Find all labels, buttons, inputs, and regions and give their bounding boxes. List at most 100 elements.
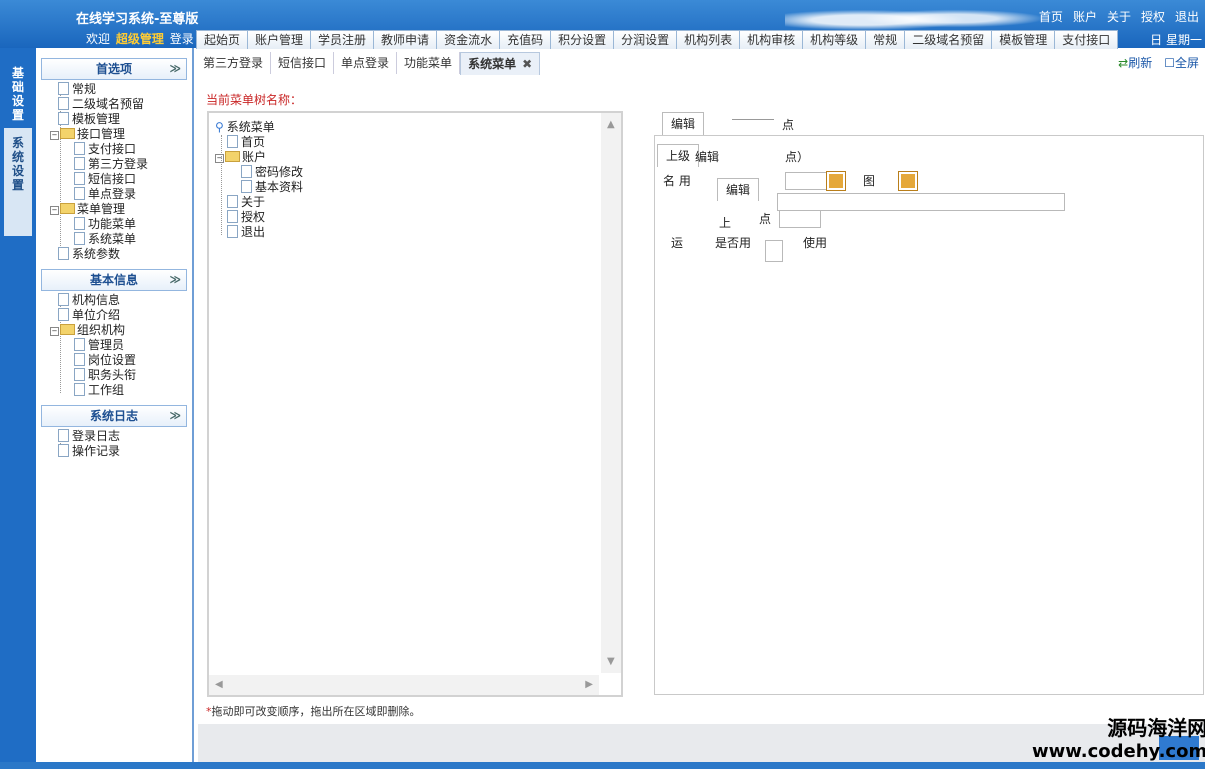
topnav-tab-accounts[interactable]: 账户管理 xyxy=(247,30,312,49)
tree-node-profile[interactable]: 基本资料 xyxy=(241,180,303,195)
topnav-tab-subdomain[interactable]: 二级域名预留 xyxy=(904,30,993,49)
vtab-basic-settings[interactable]: 基础设置 xyxy=(4,60,32,130)
tree-root-system-menu[interactable]: ⚲ 系统菜单 xyxy=(215,120,275,135)
nav-item-sso[interactable]: 单点登录 xyxy=(74,187,136,202)
tab-system-menu[interactable]: 系统菜单 ✖ xyxy=(460,52,541,75)
collapse-icon[interactable]: − xyxy=(50,131,59,140)
tab-function-menu[interactable]: 功能菜单 xyxy=(397,52,461,74)
menu-tree-panel[interactable]: ⚲ 系统菜单 首页 − 账户 密码修改 基本资料 关于 授权 退出 ▲ ▼ ◀ ▶ xyxy=(207,111,623,697)
refresh-button[interactable]: ⇄刷新 xyxy=(1118,54,1152,71)
tree-node-label: 基本资料 xyxy=(255,180,304,194)
nav-item-login-log[interactable]: 登录日志 xyxy=(58,429,120,444)
nav-item-sms[interactable]: 短信接口 xyxy=(74,172,136,187)
document-icon xyxy=(227,210,238,223)
nav-item-template[interactable]: 模板管理 xyxy=(58,112,120,127)
topnav-tab-cashflow[interactable]: 资金流水 xyxy=(436,30,501,49)
topnav-tab-profit-share[interactable]: 分润设置 xyxy=(613,30,678,49)
top-link-license[interactable]: 授权 xyxy=(1141,8,1165,25)
fullscreen-icon: ☐ xyxy=(1164,56,1175,70)
topnav-tab-student-register[interactable]: 学员注册 xyxy=(310,30,375,49)
tree-node-license[interactable]: 授权 xyxy=(227,210,265,225)
tree-node-password[interactable]: 密码修改 xyxy=(241,165,303,180)
nav-item-function-menu[interactable]: 功能菜单 xyxy=(74,217,136,232)
nav-item-org-info[interactable]: 机构信息 xyxy=(58,293,120,308)
tree-node-label: 关于 xyxy=(241,195,266,209)
nav-item-label: 单点登录 xyxy=(88,187,137,201)
nav-section-preferences[interactable]: 首选项 ≫ xyxy=(41,58,187,80)
nav-item-payment[interactable]: 支付接口 xyxy=(74,142,136,157)
parent-select[interactable] xyxy=(779,210,821,228)
nav-item-label: 职务头衔 xyxy=(88,368,137,382)
scroll-right-icon[interactable]: ▶ xyxy=(585,679,593,690)
topnav-tab-org-review[interactable]: 机构审核 xyxy=(739,30,804,49)
topnav-tab-start[interactable]: 起始页 xyxy=(196,30,249,49)
topnav-tab-recharge-code[interactable]: 充值码 xyxy=(499,30,552,49)
collapse-icon[interactable]: − xyxy=(50,206,59,215)
document-icon xyxy=(74,172,85,185)
vertical-scrollbar[interactable]: ▲ ▼ xyxy=(601,113,621,673)
nav-item-titles[interactable]: 职务头衔 xyxy=(74,368,136,383)
vtab-system-settings[interactable]: 系统设置 xyxy=(4,128,32,236)
tab-edit[interactable]: 编辑 xyxy=(662,112,705,135)
collapse-icon[interactable]: − xyxy=(215,154,224,163)
nav-section-preferences-label: 首选项 xyxy=(95,62,132,76)
sub-tab-edit[interactable]: 编辑 xyxy=(717,178,760,201)
top-link-about[interactable]: 关于 xyxy=(1107,8,1131,25)
tree-folder-account[interactable]: − 账户 xyxy=(215,150,266,165)
top-link-logout[interactable]: 退出 xyxy=(1175,8,1199,25)
topnav-tab-general[interactable]: 常规 xyxy=(865,30,906,49)
login-label[interactable]: 登录 xyxy=(170,32,194,46)
fullscreen-button[interactable]: ☐全屏 xyxy=(1164,54,1199,71)
icon-select-button[interactable] xyxy=(898,171,918,191)
footer-strip xyxy=(0,762,1205,769)
link-input[interactable] xyxy=(777,193,1065,211)
nav-folder-menus[interactable]: − 菜单管理 xyxy=(50,202,125,217)
tree-node-logout[interactable]: 退出 xyxy=(227,225,265,240)
nav-item-label: 第三方登录 xyxy=(88,157,149,171)
scroll-left-icon[interactable]: ◀ xyxy=(215,679,223,690)
topnav-tab-org-list[interactable]: 机构列表 xyxy=(676,30,741,49)
topnav-tab-points[interactable]: 积分设置 xyxy=(550,30,615,49)
tab-point-fragment[interactable]: 点 xyxy=(782,116,794,133)
close-icon[interactable]: ✖ xyxy=(522,57,532,71)
tab-third-party-login[interactable]: 第三方登录 xyxy=(196,52,272,74)
topnav-tab-teacher-apply[interactable]: 教师申请 xyxy=(373,30,438,49)
parent-node-tab[interactable]: 上级 xyxy=(657,144,700,167)
top-link-account[interactable]: 账户 xyxy=(1073,8,1097,25)
topnav-tab-template[interactable]: 模板管理 xyxy=(991,30,1056,49)
nav-item-system-menu[interactable]: 系统菜单 xyxy=(74,232,136,247)
vertical-tab-bar: 基础设置 系统设置 xyxy=(0,48,36,769)
nav-item-operation-log[interactable]: 操作记录 xyxy=(58,444,120,459)
scroll-down-icon[interactable]: ▼ xyxy=(607,656,615,667)
nav-section-basic-info[interactable]: 基本信息 ≫ xyxy=(41,269,187,291)
collapse-icon[interactable]: − xyxy=(50,327,59,336)
enabled-checkbox[interactable] xyxy=(765,240,783,262)
nav-item-label: 机构信息 xyxy=(72,293,121,307)
tree-node-home[interactable]: 首页 xyxy=(227,135,265,150)
tree-node-about[interactable]: 关于 xyxy=(227,195,265,210)
enabled-label: 是否用 xyxy=(715,236,752,250)
nav-folder-interfaces[interactable]: − 接口管理 xyxy=(50,127,125,142)
horizontal-scrollbar[interactable]: ◀ ▶ xyxy=(209,675,599,695)
nav-item-general[interactable]: 常规 xyxy=(58,82,96,97)
nav-item-third-party-login[interactable]: 第三方登录 xyxy=(74,157,148,172)
welcome-text: 欢迎 超级管理 登录 xyxy=(86,30,194,47)
tab-sms[interactable]: 短信接口 xyxy=(271,52,335,74)
up-label: 上 xyxy=(719,216,732,230)
tab-sso[interactable]: 单点登录 xyxy=(334,52,398,74)
nav-item-workgroups[interactable]: 工作组 xyxy=(74,383,124,398)
top-link-home[interactable]: 首页 xyxy=(1039,8,1063,25)
nav-section-system-logs[interactable]: 系统日志 ≫ xyxy=(41,405,187,427)
scroll-up-icon[interactable]: ▲ xyxy=(607,119,615,130)
nav-folder-organization[interactable]: − 组织机构 xyxy=(50,323,125,338)
topnav-tab-org-level[interactable]: 机构等级 xyxy=(802,30,867,49)
topnav-tab-payment[interactable]: 支付接口 xyxy=(1054,30,1119,49)
name-input[interactable] xyxy=(785,172,827,190)
nav-item-positions[interactable]: 岗位设置 xyxy=(74,353,136,368)
content-tabs: 第三方登录 短信接口 单点登录 功能菜单 系统菜单 ✖ xyxy=(196,52,541,75)
nav-item-system-params[interactable]: 系统参数 xyxy=(58,247,120,262)
icon-picker-button[interactable] xyxy=(826,171,846,191)
nav-item-subdomain[interactable]: 二级域名预留 xyxy=(58,97,144,112)
nav-item-org-intro[interactable]: 单位介绍 xyxy=(58,308,120,323)
nav-item-admins[interactable]: 管理员 xyxy=(74,338,124,353)
